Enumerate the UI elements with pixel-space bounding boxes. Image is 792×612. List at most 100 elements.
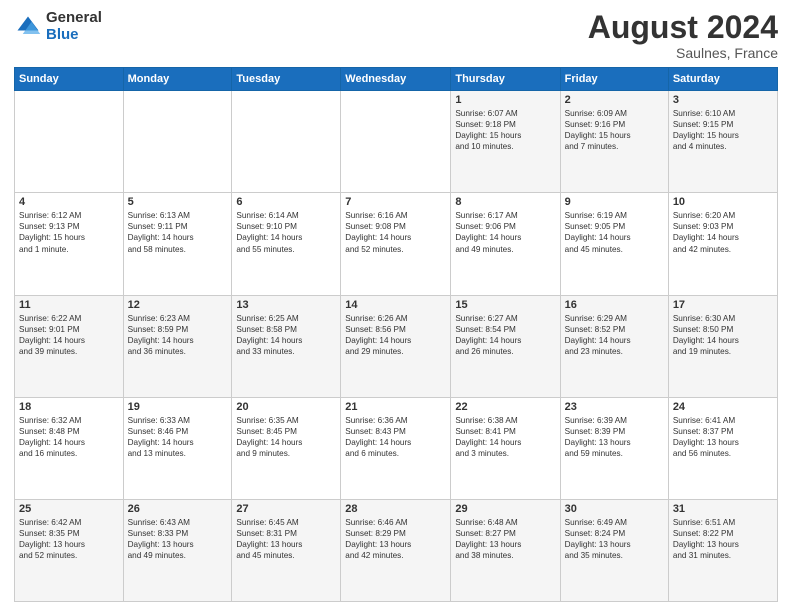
title-block: August 2024 Saulnes, France	[588, 10, 778, 61]
day-number: 9	[565, 196, 664, 208]
calendar-cell: 15Sunrise: 6:27 AM Sunset: 8:54 PM Dayli…	[451, 295, 560, 397]
week-row-1: 1 Sunrise: 6:07 AM Sunset: 9:18 PM Daylig…	[15, 91, 778, 193]
day-number: 31	[673, 503, 773, 515]
calendar-cell: 14Sunrise: 6:26 AM Sunset: 8:56 PM Dayli…	[341, 295, 451, 397]
week-row-5: 25 Sunrise: 6:42 AM Sunset: 8:35 PM Dayli…	[15, 499, 778, 601]
calendar-cell: 19Sunrise: 6:33 AM Sunset: 8:46 PM Dayli…	[123, 397, 232, 499]
weekday-header-tuesday: Tuesday	[232, 68, 341, 91]
day-number: 20	[236, 401, 336, 413]
day-info: Sunrise: 6:45 AM Sunset: 8:31 PM Dayligh…	[236, 517, 336, 561]
day-info: Sunrise: 6:27 AM Sunset: 8:54 PM Dayligh…	[455, 313, 555, 357]
logo-blue-text: Blue	[46, 27, 102, 44]
calendar-cell: 7 Sunrise: 6:16 AM Sunset: 9:08 PM Daylig…	[341, 193, 451, 295]
weekday-header-friday: Friday	[560, 68, 668, 91]
day-number: 28	[345, 503, 446, 515]
day-info: Sunrise: 6:43 AM Sunset: 8:33 PM Dayligh…	[128, 517, 228, 561]
location: Saulnes, France	[588, 45, 778, 61]
calendar-cell: 8Sunrise: 6:17 AM Sunset: 9:06 PM Daylig…	[451, 193, 560, 295]
day-info: Sunrise: 6:17 AM Sunset: 9:06 PM Dayligh…	[455, 210, 555, 254]
calendar-cell: 12 Sunrise: 6:23 AM Sunset: 8:59 PM Dayli…	[123, 295, 232, 397]
day-info: Sunrise: 6:14 AM Sunset: 9:10 PM Dayligh…	[236, 210, 336, 254]
day-number: 3	[673, 94, 773, 106]
calendar-table: SundayMondayTuesdayWednesdayThursdayFrid…	[14, 67, 778, 602]
calendar-cell: 11 Sunrise: 6:22 AM Sunset: 9:01 PM Dayli…	[15, 295, 124, 397]
day-number: 22	[455, 401, 555, 413]
day-number: 12	[128, 299, 228, 311]
calendar-cell: 25 Sunrise: 6:42 AM Sunset: 8:35 PM Dayli…	[15, 499, 124, 601]
calendar-body: 1 Sunrise: 6:07 AM Sunset: 9:18 PM Daylig…	[15, 91, 778, 602]
calendar-cell: 22 Sunrise: 6:38 AM Sunset: 8:41 PM Dayli…	[451, 397, 560, 499]
calendar-cell: 5 Sunrise: 6:13 AM Sunset: 9:11 PM Daylig…	[123, 193, 232, 295]
day-info: Sunrise: 6:09 AM Sunset: 9:16 PM Dayligh…	[565, 108, 664, 152]
day-number: 18	[19, 401, 119, 413]
day-info: Sunrise: 6:49 AM Sunset: 8:24 PM Dayligh…	[565, 517, 664, 561]
calendar-cell: 2 Sunrise: 6:09 AM Sunset: 9:16 PM Daylig…	[560, 91, 668, 193]
day-info: Sunrise: 6:46 AM Sunset: 8:29 PM Dayligh…	[345, 517, 446, 561]
weekday-header-monday: Monday	[123, 68, 232, 91]
weekday-header-sunday: Sunday	[15, 68, 124, 91]
calendar-cell: 26 Sunrise: 6:43 AM Sunset: 8:33 PM Dayli…	[123, 499, 232, 601]
calendar-cell: 21 Sunrise: 6:36 AM Sunset: 8:43 PM Dayli…	[341, 397, 451, 499]
weekday-header-thursday: Thursday	[451, 68, 560, 91]
logo-icon	[14, 13, 42, 41]
day-info: Sunrise: 6:10 AM Sunset: 9:15 PM Dayligh…	[673, 108, 773, 152]
calendar-header: SundayMondayTuesdayWednesdayThursdayFrid…	[15, 68, 778, 91]
week-row-3: 11 Sunrise: 6:22 AM Sunset: 9:01 PM Dayli…	[15, 295, 778, 397]
day-info: Sunrise: 6:20 AM Sunset: 9:03 PM Dayligh…	[673, 210, 773, 254]
day-info: Sunrise: 6:16 AM Sunset: 9:08 PM Dayligh…	[345, 210, 446, 254]
calendar-cell: 6 Sunrise: 6:14 AM Sunset: 9:10 PM Daylig…	[232, 193, 341, 295]
day-info: Sunrise: 6:07 AM Sunset: 9:18 PM Dayligh…	[455, 108, 555, 152]
day-number: 4	[19, 196, 119, 208]
calendar-cell: 28 Sunrise: 6:46 AM Sunset: 8:29 PM Dayli…	[341, 499, 451, 601]
weekday-header-wednesday: Wednesday	[341, 68, 451, 91]
calendar-cell: 16Sunrise: 6:29 AM Sunset: 8:52 PM Dayli…	[560, 295, 668, 397]
header: General Blue August 2024 Saulnes, France	[14, 10, 778, 61]
page: General Blue August 2024 Saulnes, France…	[0, 0, 792, 612]
day-info: Sunrise: 6:22 AM Sunset: 9:01 PM Dayligh…	[19, 313, 119, 357]
week-row-4: 18 Sunrise: 6:32 AM Sunset: 8:48 PM Dayli…	[15, 397, 778, 499]
calendar-cell: 4 Sunrise: 6:12 AM Sunset: 9:13 PM Daylig…	[15, 193, 124, 295]
calendar: SundayMondayTuesdayWednesdayThursdayFrid…	[14, 67, 778, 602]
day-info: Sunrise: 6:48 AM Sunset: 8:27 PM Dayligh…	[455, 517, 555, 561]
day-info: Sunrise: 6:36 AM Sunset: 8:43 PM Dayligh…	[345, 415, 446, 459]
day-number: 26	[128, 503, 228, 515]
day-number: 27	[236, 503, 336, 515]
logo-general-text: General	[46, 10, 102, 27]
day-info: Sunrise: 6:26 AM Sunset: 8:56 PM Dayligh…	[345, 313, 446, 357]
day-number: 29	[455, 503, 555, 515]
day-info: Sunrise: 6:39 AM Sunset: 8:39 PM Dayligh…	[565, 415, 664, 459]
day-info: Sunrise: 6:42 AM Sunset: 8:35 PM Dayligh…	[19, 517, 119, 561]
day-number: 2	[565, 94, 664, 106]
day-info: Sunrise: 6:12 AM Sunset: 9:13 PM Dayligh…	[19, 210, 119, 254]
day-number: 7	[345, 196, 446, 208]
weekday-row: SundayMondayTuesdayWednesdayThursdayFrid…	[15, 68, 778, 91]
day-info: Sunrise: 6:38 AM Sunset: 8:41 PM Dayligh…	[455, 415, 555, 459]
calendar-cell: 3 Sunrise: 6:10 AM Sunset: 9:15 PM Daylig…	[668, 91, 777, 193]
day-number: 1	[455, 94, 555, 106]
calendar-cell: 31Sunrise: 6:51 AM Sunset: 8:22 PM Dayli…	[668, 499, 777, 601]
day-number: 23	[565, 401, 664, 413]
day-number: 25	[19, 503, 119, 515]
calendar-cell	[232, 91, 341, 193]
day-info: Sunrise: 6:13 AM Sunset: 9:11 PM Dayligh…	[128, 210, 228, 254]
calendar-cell: 27 Sunrise: 6:45 AM Sunset: 8:31 PM Dayli…	[232, 499, 341, 601]
day-number: 5	[128, 196, 228, 208]
day-number: 16	[565, 299, 664, 311]
calendar-cell: 24 Sunrise: 6:41 AM Sunset: 8:37 PM Dayli…	[668, 397, 777, 499]
day-info: Sunrise: 6:23 AM Sunset: 8:59 PM Dayligh…	[128, 313, 228, 357]
day-number: 24	[673, 401, 773, 413]
calendar-cell: 23 Sunrise: 6:39 AM Sunset: 8:39 PM Dayli…	[560, 397, 668, 499]
day-info: Sunrise: 6:32 AM Sunset: 8:48 PM Dayligh…	[19, 415, 119, 459]
day-number: 19	[128, 401, 228, 413]
day-number: 11	[19, 299, 119, 311]
day-number: 21	[345, 401, 446, 413]
day-number: 6	[236, 196, 336, 208]
week-row-2: 4 Sunrise: 6:12 AM Sunset: 9:13 PM Daylig…	[15, 193, 778, 295]
day-number: 10	[673, 196, 773, 208]
calendar-cell: 17Sunrise: 6:30 AM Sunset: 8:50 PM Dayli…	[668, 295, 777, 397]
day-info: Sunrise: 6:41 AM Sunset: 8:37 PM Dayligh…	[673, 415, 773, 459]
calendar-cell	[15, 91, 124, 193]
day-info: Sunrise: 6:19 AM Sunset: 9:05 PM Dayligh…	[565, 210, 664, 254]
calendar-cell: 13Sunrise: 6:25 AM Sunset: 8:58 PM Dayli…	[232, 295, 341, 397]
calendar-cell: 18 Sunrise: 6:32 AM Sunset: 8:48 PM Dayli…	[15, 397, 124, 499]
